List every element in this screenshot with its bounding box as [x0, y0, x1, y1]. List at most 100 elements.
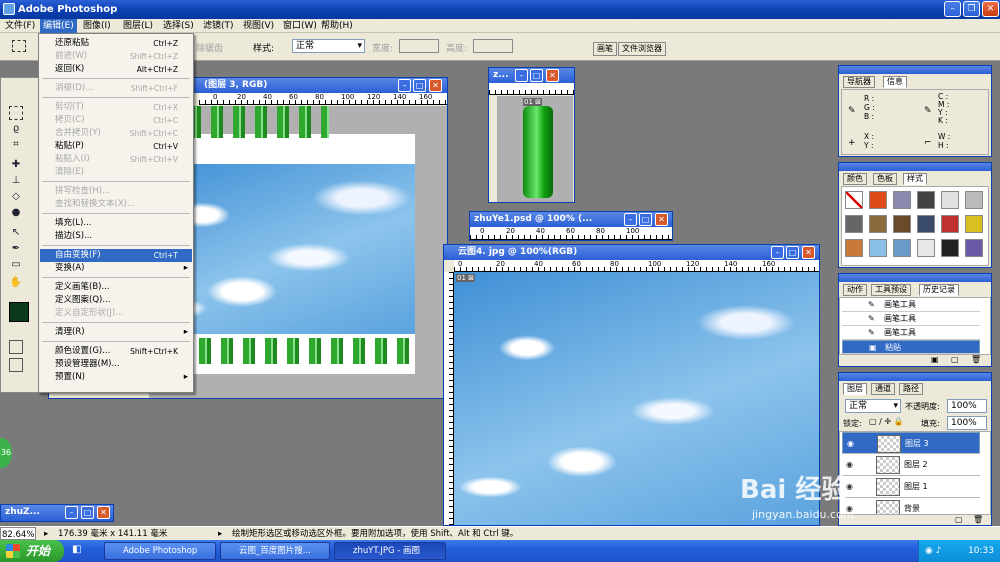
tab-paths[interactable]: 路径 [899, 383, 923, 395]
stamp-tool-icon[interactable]: ⊥ [9, 174, 23, 188]
menu-view[interactable]: 视图(V) [240, 19, 277, 33]
tab-tool-presets[interactable]: 工具预设 [871, 284, 911, 296]
minimize-button[interactable]: – [944, 1, 961, 17]
doc-maximize-button[interactable]: □ [530, 69, 543, 82]
doc-maximize-button[interactable]: □ [81, 506, 94, 519]
eye-icon[interactable]: ◉ [847, 433, 854, 455]
blend-mode-select[interactable]: 正常 ▾ [845, 399, 901, 413]
close-button[interactable]: ✕ [982, 1, 999, 17]
menu-item[interactable]: 描边(S)... [40, 230, 192, 243]
doc-minimize-button[interactable]: – [398, 79, 411, 92]
new-snapshot-icon[interactable]: ▣ [931, 355, 939, 364]
style-swatch[interactable] [845, 239, 863, 257]
style-swatch[interactable] [845, 191, 863, 209]
doc-close-button[interactable]: ✕ [546, 69, 559, 82]
tab-history[interactable]: 历史记录 [919, 284, 959, 296]
menu-image[interactable]: 图像(I) [80, 19, 114, 33]
style-swatch[interactable] [941, 215, 959, 233]
task-paint[interactable]: zhuYT.JPG - 画图 [334, 542, 446, 560]
style-swatch[interactable] [917, 239, 935, 257]
style-swatch[interactable] [893, 191, 911, 209]
menu-help[interactable]: 帮助(H) [318, 19, 356, 33]
task-photoshop[interactable]: Adobe Photoshop [104, 542, 216, 560]
clock[interactable]: 10:33 [968, 546, 994, 556]
menu-edit[interactable]: 编辑(E) [40, 19, 77, 33]
style-swatch[interactable] [917, 191, 935, 209]
doc-close-button[interactable]: ✕ [802, 246, 815, 259]
doc-close-button[interactable]: ✕ [655, 213, 668, 226]
new-doc-icon[interactable]: ▢ [951, 355, 959, 364]
foreground-color-swatch[interactable] [9, 302, 29, 322]
opacity-field[interactable]: 100% [947, 399, 987, 413]
doc-close-button[interactable]: ✕ [429, 79, 442, 92]
style-swatch[interactable] [893, 215, 911, 233]
lasso-tool-icon[interactable]: ϱ [9, 122, 23, 136]
lock-icons[interactable]: ▢ ∕ ✛ 🔒 [869, 417, 904, 426]
maximize-button[interactable]: ❐ [963, 1, 980, 17]
path-select-tool-icon[interactable]: ↖ [9, 226, 23, 240]
trash-icon[interactable]: 🗑 [971, 355, 981, 364]
height-field[interactable] [473, 39, 513, 53]
menu-item[interactable]: 清理(R) ▸ [40, 326, 192, 339]
tab-swatches[interactable]: 色板 [873, 173, 897, 185]
fill-field[interactable]: 100% [947, 416, 987, 430]
trash-icon[interactable]: 🗑 [973, 515, 983, 524]
width-field[interactable] [399, 39, 439, 53]
history-item[interactable]: ✎ 画笔工具 [842, 298, 980, 312]
doc-minimize-button[interactable]: – [771, 246, 784, 259]
style-swatch[interactable] [965, 239, 983, 257]
new-layer-icon[interactable]: ▢ [955, 515, 963, 524]
side-badge[interactable]: 36 [0, 438, 12, 468]
tab-file-browser[interactable]: 文件浏览器 [618, 42, 666, 56]
screen-mode-icon[interactable] [9, 358, 23, 372]
tab-styles[interactable]: 样式 [903, 173, 927, 185]
menu-item[interactable]: 定义图案(Q)... [40, 294, 192, 307]
menu-item[interactable]: 定义画笔(B)... [40, 281, 192, 294]
marquee-tool-icon[interactable] [12, 40, 26, 52]
blur-tool-icon[interactable]: ● [9, 206, 23, 220]
quicklaunch-icon[interactable]: ◧ [72, 544, 81, 555]
menu-item[interactable]: 颜色设置(G)... Shift+Ctrl+K [40, 345, 192, 358]
status-arrow-icon[interactable]: ▸ [218, 527, 222, 541]
tab-info[interactable]: 信息 [883, 76, 907, 88]
menu-filter[interactable]: 滤镜(T) [200, 19, 237, 33]
layer-row[interactable]: ◉ 图层 3 [842, 432, 980, 454]
heal-tool-icon[interactable]: ✚ [9, 158, 23, 172]
tab-layers[interactable]: 图层 [843, 383, 867, 395]
history-item[interactable]: ▣ 粘贴 [842, 340, 980, 354]
doc-minimize-button[interactable]: – [624, 213, 637, 226]
zoom-field[interactable]: 82.64% [0, 527, 36, 540]
tray-icons[interactable]: ◉ ♪ [925, 540, 941, 562]
menu-item[interactable]: 还原粘贴 Ctrl+Z [40, 37, 192, 50]
style-swatch[interactable] [869, 239, 887, 257]
menu-file[interactable]: 文件(F) [2, 19, 38, 33]
notes-tool-icon[interactable]: ▭ [9, 258, 23, 272]
tab-channels[interactable]: 通道 [871, 383, 895, 395]
menu-item[interactable]: 填充(L)... [40, 217, 192, 230]
document-window-zhuye[interactable]: zhuYe1.psd @ 100% (... – □ ✕ 0 20 40 60 … [469, 211, 673, 241]
doc-minimize-button[interactable]: – [515, 69, 528, 82]
crop-tool-icon[interactable]: ⌗ [9, 138, 23, 152]
style-swatch[interactable] [845, 215, 863, 233]
menu-item[interactable]: 返回(K) Alt+Ctrl+Z [40, 63, 192, 76]
style-swatch[interactable] [965, 191, 983, 209]
style-swatch[interactable] [941, 239, 959, 257]
eraser-tool-icon[interactable]: ◇ [9, 190, 23, 204]
doc-maximize-button[interactable]: □ [639, 213, 652, 226]
doc-info-arrow-icon[interactable]: ▸ [44, 527, 48, 541]
history-item[interactable]: ✎ 画笔工具 [842, 312, 980, 326]
quickmask-off-icon[interactable] [9, 340, 23, 354]
menu-item[interactable]: 预设管理器(M)... [40, 358, 192, 371]
tab-color[interactable]: 颜色 [843, 173, 867, 185]
tab-navigator[interactable]: 导航器 [843, 76, 875, 88]
hand-tool-icon[interactable]: ✋ [9, 276, 23, 290]
style-swatch[interactable] [869, 215, 887, 233]
history-item[interactable]: ✎ 画笔工具 [842, 326, 980, 340]
canvas-area[interactable]: 01 ⊠ [497, 96, 573, 202]
style-swatch[interactable] [965, 215, 983, 233]
task-browser[interactable]: 云图_百度图片搜... [220, 542, 330, 560]
rect-marquee-tool-icon[interactable] [9, 106, 23, 120]
style-swatch[interactable] [893, 239, 911, 257]
style-swatch[interactable] [869, 191, 887, 209]
doc-minimize-button[interactable]: – [65, 506, 78, 519]
